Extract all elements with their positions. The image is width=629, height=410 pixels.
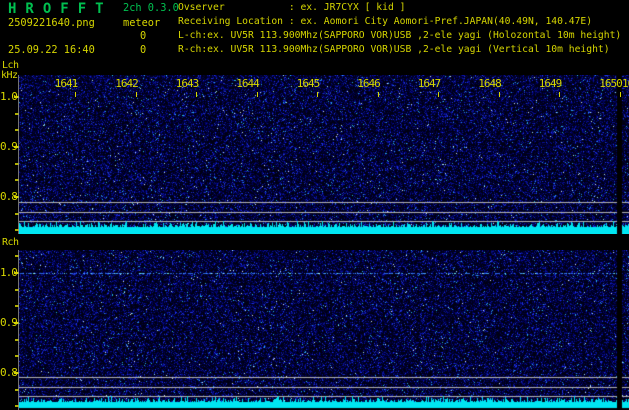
time-tick [619,92,621,97]
freq-unit-label: kHz [1,70,18,81]
location-info: Receiving Location : ex. Aomori City Aom… [178,16,593,27]
time-tick [135,92,137,97]
lch-spectrogram [19,75,629,234]
lch-rig-info: L-ch:ex. UV5R 113.900Mhz(SAPPORO VOR)USB… [178,30,622,41]
time-label-partial: 16 [622,77,629,90]
freq-axis-line [18,250,19,410]
time-label: 1650 [599,77,623,90]
freq-axis-line [18,75,19,234]
hrofft-screen: HROFFT 2ch 0.3.0 2509221640.png meteor 0… [0,0,629,410]
time-label: 1642 [115,77,139,90]
time-tick [377,92,379,97]
time-label: 1641 [54,77,79,90]
time-label: 1644 [236,77,260,90]
time-label: 1643 [175,77,200,90]
time-label: 1649 [538,77,563,90]
observer-info: Ovserver : ex. JR7CYX [ kid ] [178,2,406,13]
time-label: 1645 [296,77,321,90]
mode-label: meteor [123,17,161,29]
app-version: 2ch 0.3.0 [123,2,179,14]
time-tick [75,92,76,97]
rch-channel-label: Rch [2,237,19,248]
time-tick [317,92,318,97]
time-label: 1646 [357,77,381,90]
filename-label: 2509221640.png [8,17,95,29]
rch-count: 0 [140,44,147,56]
rch-spectrogram [19,250,629,410]
app-title: HROFFT [8,1,113,17]
time-tick [559,92,560,97]
rch-rig-info: R-ch:ex. UV5R 113.900Mhz(SAPPORO VOR)USB… [178,44,610,55]
time-label: 1648 [478,77,502,90]
time-tick [438,92,439,97]
time-tick [196,92,197,97]
time-tick [256,92,258,97]
time-label: 1647 [417,77,442,90]
time-tick [498,92,500,97]
lch-count: 0 [140,30,147,42]
datetime-label: 25.09.22 16:40 [8,44,95,56]
